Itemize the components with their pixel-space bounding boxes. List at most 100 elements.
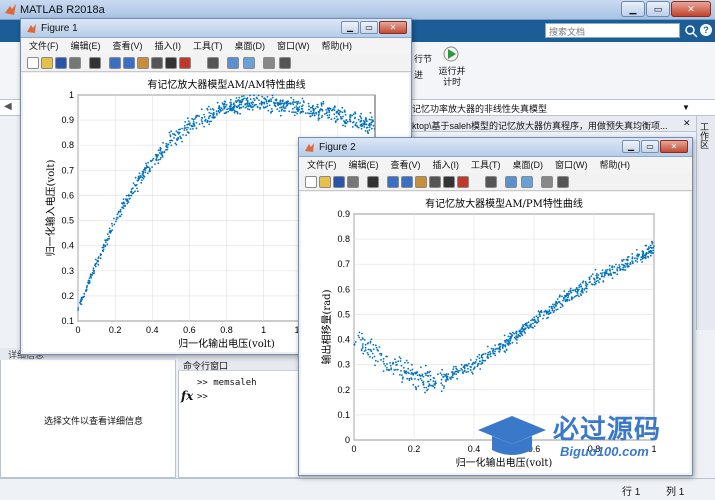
editor-document-tab[interactable]: ktop\基于saleh模型的记忆放大器仿真程序，用做预失真均衡项... (412, 119, 668, 132)
data-cursor-icon[interactable] (443, 176, 455, 188)
y-tick-label: 0 (345, 435, 350, 445)
new-figure-icon[interactable] (305, 176, 317, 188)
scatter-point (425, 374, 427, 377)
pointer-icon[interactable] (367, 176, 379, 188)
figure-1-menu-item[interactable]: 插入(I) (155, 38, 182, 54)
figure-1-minimize-button[interactable]: ▁ (341, 21, 359, 34)
open-file-icon[interactable] (41, 57, 53, 69)
close-button[interactable]: ✕ (671, 1, 711, 17)
run-and-time-button[interactable]: 运行并计时 (438, 66, 466, 88)
rotate-icon[interactable] (429, 176, 441, 188)
scatter-point (122, 207, 125, 210)
scatter-point (556, 298, 559, 300)
x-tick-label: 0.2 (109, 325, 122, 335)
workspace-label[interactable]: 工作区 (698, 122, 711, 149)
figure-2-close-button[interactable]: ✕ (660, 140, 688, 153)
rotate-icon[interactable] (151, 57, 163, 69)
print-icon[interactable] (69, 57, 81, 69)
figure-2-title-bar[interactable]: Figure 2 ▁ ▭ ✕ (299, 138, 692, 157)
new-figure-icon[interactable] (27, 57, 39, 69)
figure-2-menu-item[interactable]: 窗口(W) (555, 157, 588, 173)
scatter-point (596, 273, 598, 275)
link-icon[interactable] (485, 176, 497, 188)
scatter-point (159, 149, 162, 152)
print-icon[interactable] (347, 176, 359, 188)
figure-2-menu-item[interactable]: 插入(I) (433, 157, 460, 173)
scatter-point (578, 284, 581, 287)
figure-1-menu-item[interactable]: 窗口(W) (277, 38, 310, 54)
scatter-point (601, 269, 604, 271)
figure-2-maximize-button[interactable]: ▭ (641, 140, 659, 153)
search-icon[interactable] (684, 24, 698, 38)
scatter-point (293, 114, 296, 117)
save-icon[interactable] (55, 57, 67, 69)
back-arrow-icon[interactable]: ◀ (4, 101, 12, 112)
hide-tools-icon[interactable] (263, 57, 275, 69)
scatter-point (308, 112, 311, 115)
scatter-point (211, 116, 214, 118)
close-icon[interactable]: ✕ (683, 118, 691, 129)
scatter-point (550, 306, 553, 309)
run-and-time-icon[interactable] (442, 45, 460, 63)
show-tools-icon[interactable] (557, 176, 569, 188)
scatter-point (501, 344, 504, 346)
minimize-button[interactable]: ▁ (621, 1, 645, 17)
scatter-point (86, 284, 88, 287)
figure-1-title-bar[interactable]: Figure 1 ▁ ▭ ✕ (21, 19, 411, 38)
figure-2-menu-item[interactable]: 文件(F) (307, 157, 337, 173)
zoom-in-icon[interactable] (109, 57, 121, 69)
figure-1-maximize-button[interactable]: ▭ (360, 21, 378, 34)
legend-icon[interactable] (521, 176, 533, 188)
scatter-point (433, 386, 436, 389)
figure-1-menu-item[interactable]: 编辑(E) (71, 38, 101, 54)
figure-1-menu-item[interactable]: 查看(V) (113, 38, 143, 54)
show-tools-icon[interactable] (279, 57, 291, 69)
figure-2-menu-item[interactable]: 编辑(E) (349, 157, 379, 173)
current-folder-path[interactable]: 记忆功率放大器的非线性失真模型 (412, 102, 547, 115)
save-icon[interactable] (333, 176, 345, 188)
figure-1-menu-item[interactable]: 桌面(D) (235, 38, 266, 54)
scatter-point (504, 351, 507, 353)
figure-1-menu-item[interactable]: 帮助(H) (322, 38, 353, 54)
colorbar-icon[interactable] (505, 176, 517, 188)
scatter-point (239, 106, 241, 109)
figure-2-menu-item[interactable]: 帮助(H) (600, 157, 631, 173)
pan-icon[interactable] (137, 57, 149, 69)
scatter-point (365, 126, 368, 129)
hide-tools-icon[interactable] (541, 176, 553, 188)
ribbon-advance-label[interactable]: 进 (414, 68, 423, 81)
scatter-point (647, 256, 650, 259)
pointer-icon[interactable] (89, 57, 101, 69)
scatter-point (370, 127, 373, 130)
brush-icon[interactable] (457, 176, 469, 188)
figure-2-menu-item[interactable]: 工具(T) (471, 157, 501, 173)
pan-icon[interactable] (415, 176, 427, 188)
link-icon[interactable] (207, 57, 219, 69)
scatter-point (129, 194, 131, 197)
function-browser-icon[interactable]: fx (181, 389, 193, 403)
figure-1-menu-item[interactable]: 工具(T) (193, 38, 223, 54)
figure-2-minimize-button[interactable]: ▁ (622, 140, 640, 153)
command-window[interactable] (178, 358, 300, 478)
figure-1-close-button[interactable]: ✕ (379, 21, 407, 34)
figure-2-menu-item[interactable]: 查看(V) (391, 157, 421, 173)
open-file-icon[interactable] (319, 176, 331, 188)
legend-icon[interactable] (243, 57, 255, 69)
chevron-down-icon[interactable]: ▼ (682, 103, 690, 112)
figure-1-menu-item[interactable]: 文件(F) (29, 38, 59, 54)
brush-icon[interactable] (179, 57, 191, 69)
figure-2-menu-item[interactable]: 桌面(D) (513, 157, 544, 173)
zoom-in-icon[interactable] (387, 176, 399, 188)
scatter-point (277, 103, 279, 105)
search-documentation-input[interactable]: 搜索文档 (545, 23, 680, 38)
help-icon[interactable]: ? (700, 24, 712, 36)
command-prompt[interactable]: >> (197, 392, 208, 402)
ribbon-run-section-label[interactable]: 行节 (414, 52, 432, 65)
colorbar-icon[interactable] (227, 57, 239, 69)
scatter-point (578, 295, 580, 298)
maximize-button[interactable]: ▭ (646, 1, 670, 17)
data-cursor-icon[interactable] (165, 57, 177, 69)
zoom-out-icon[interactable] (123, 57, 135, 69)
scatter-point (296, 112, 298, 115)
zoom-out-icon[interactable] (401, 176, 413, 188)
